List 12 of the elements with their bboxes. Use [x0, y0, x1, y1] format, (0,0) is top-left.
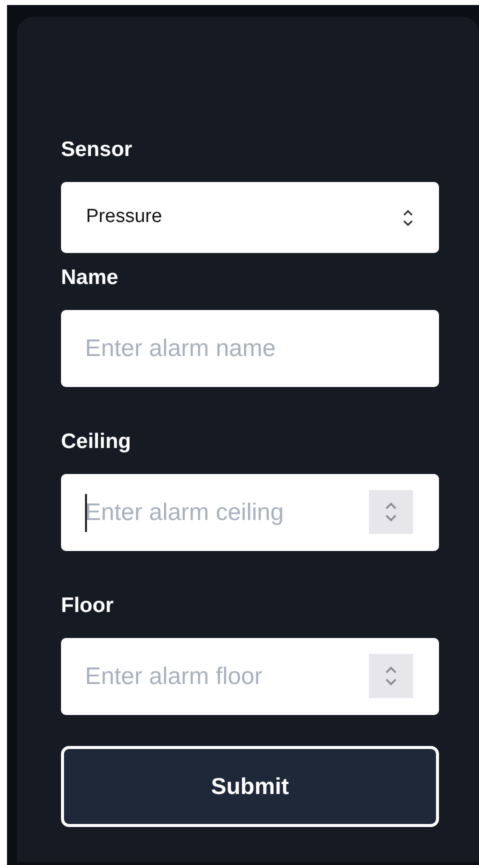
number-input-field[interactable]: Enter alarm ceiling: [61, 474, 439, 551]
spinner-icon[interactable]: [369, 654, 413, 698]
submit-button[interactable]: Submit: [61, 746, 439, 827]
field-label: Name: [61, 265, 118, 291]
sensor-select[interactable]: Pressure: [61, 182, 439, 253]
spinner-icon[interactable]: [369, 490, 413, 534]
field-label: Sensor: [61, 137, 132, 163]
field-label: Ceiling: [61, 429, 132, 455]
number-input-field[interactable]: Enter alarm floor: [61, 638, 439, 715]
input-field[interactable]: Enter alarm name: [61, 310, 439, 387]
field-label: Floor: [61, 593, 114, 619]
chevron-up-down-icon: [402, 208, 414, 228]
